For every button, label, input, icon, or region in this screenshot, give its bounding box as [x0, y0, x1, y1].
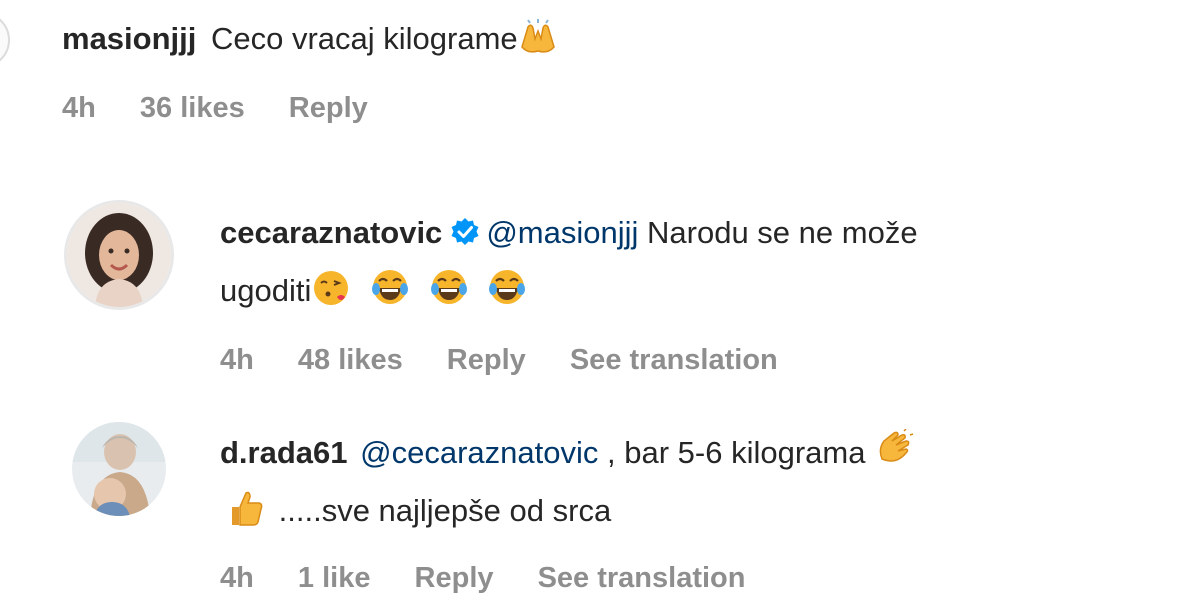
avatar-cecaraznatovic[interactable] — [64, 200, 174, 310]
raising-hands-icon — [518, 19, 558, 70]
comment-text-line1: Narodu se ne može — [647, 215, 918, 250]
see-translation-button[interactable]: See translation — [570, 344, 778, 376]
comment-username[interactable]: cecaraznatovic — [220, 215, 442, 250]
comment-likes[interactable]: 1 like — [298, 562, 371, 594]
tears-of-joy-icon — [487, 267, 527, 322]
verified-badge-icon — [450, 212, 480, 262]
comment-time[interactable]: 4h — [62, 92, 96, 124]
reply-button[interactable]: Reply — [447, 344, 526, 376]
avatar-d-rada61[interactable] — [72, 422, 166, 516]
comment-likes[interactable]: 36 likes — [140, 92, 245, 124]
comment-text-line2: .....sve najljepše od srca — [278, 493, 612, 528]
mention-link[interactable]: @masionjjj — [486, 215, 638, 250]
comment-username[interactable]: masionjjj — [62, 21, 196, 56]
comment-likes[interactable]: 48 likes — [298, 344, 403, 376]
comment-text-line1: , bar 5-6 kilograma — [598, 435, 866, 470]
clapping-hands-icon — [874, 425, 914, 484]
see-translation-button[interactable]: See translation — [538, 562, 746, 594]
tears-of-joy-icon — [370, 267, 410, 322]
reply-button[interactable]: Reply — [415, 562, 494, 594]
face-blowing-kiss-icon — [311, 267, 351, 322]
comment-text-line2: ugoditi — [220, 273, 312, 308]
mention-link[interactable]: @cecaraznatovic — [360, 435, 598, 470]
thumbs-up-icon — [228, 489, 264, 542]
reply-button[interactable]: Reply — [289, 92, 368, 124]
avatar-masionjjj[interactable] — [0, 12, 10, 68]
comment-username[interactable]: d.rada61 — [220, 435, 348, 470]
comment-time[interactable]: 4h — [220, 562, 254, 594]
comment-text: Ceco vracaj kilograme — [211, 21, 518, 56]
comment-time[interactable]: 4h — [220, 344, 254, 376]
tears-of-joy-icon — [429, 267, 469, 322]
